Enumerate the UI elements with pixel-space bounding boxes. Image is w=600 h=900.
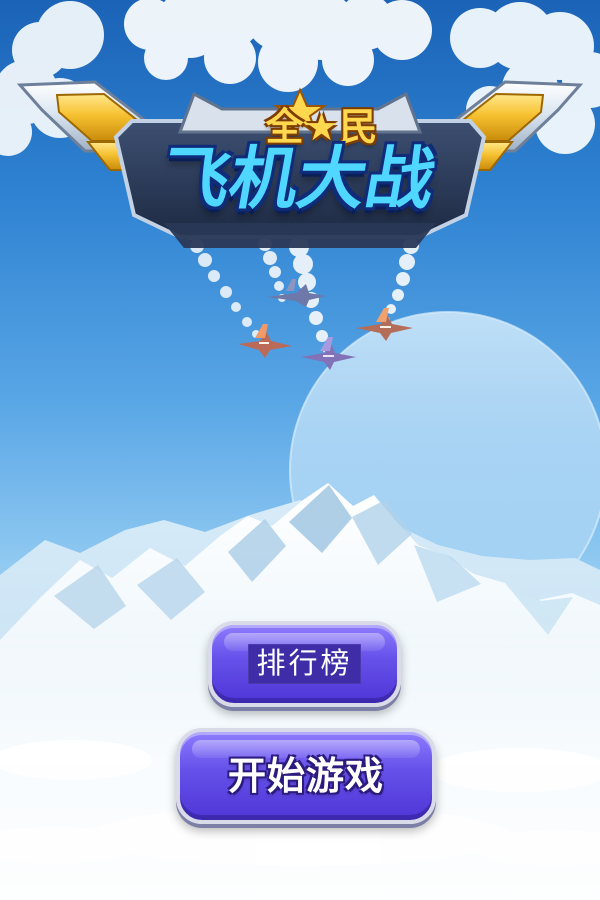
leaderboard-label: 排行榜 — [256, 646, 353, 680]
game-logo: 全★民 飞机大战 — [25, 70, 580, 270]
start-game-label: 开始游戏 — [227, 754, 384, 798]
plane-icon-left — [238, 324, 292, 358]
game-logo-title: 飞机大战 — [155, 140, 442, 219]
leaderboard-label-box: 排行榜 — [248, 644, 361, 684]
game-start-screen: 全★民 飞机大战 排行榜 开始游戏 — [0, 0, 600, 900]
start-game-button[interactable]: 开始游戏 — [176, 728, 436, 824]
leaderboard-button[interactable]: 排行榜 — [208, 621, 401, 707]
